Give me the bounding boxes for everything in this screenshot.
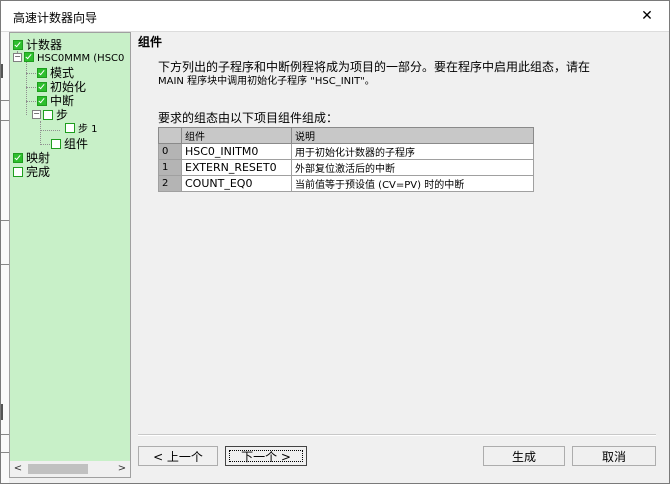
tree-item-components[interactable]: 组件 [51,137,88,151]
column-header-component: 组件 [181,127,292,144]
column-header-description: 说明 [291,127,534,144]
background-window-edge [1,32,9,483]
checked-icon [13,39,23,50]
component-description: 用于初始化计数器的子程序 [291,143,534,160]
tree-item-init[interactable]: 初始化 [37,80,86,94]
checked-icon [24,52,34,62]
unchecked-icon [13,166,23,177]
table-row[interactable]: 1 EXTERN_RESET0 外部复位激活后的中断 [158,159,534,176]
table-row[interactable]: 0 HSC0_INITM0 用于初始化计数器的子程序 [158,143,534,160]
wizard-step-tree[interactable]: 计数器 − HSC0MMM (HSC0 模式 初始化 中断 − 步 步 1 组件 映… [9,32,131,465]
hsc-wizard-dialog: 高速计数器向导 ✕ 计数器 − HSC0MMM (HSC0 模式 初始化 中断 … [0,0,670,484]
prev-button[interactable]: < 上一个 [138,446,218,466]
tree-item-hsc0mmm[interactable]: − HSC0MMM (HSC0 [13,52,124,66]
cancel-button[interactable]: 取消 [572,446,656,466]
collapse-icon[interactable]: − [13,52,22,62]
table-row[interactable]: 2 COUNT_EQ0 当前值等于预设值 (CV=PV) 时的中断 [158,175,534,192]
unchecked-icon [43,109,53,120]
unchecked-icon [65,123,75,133]
column-header-index [158,127,182,144]
required-components-label: 要求的组态由以下项目组件组成： [158,111,339,125]
unchecked-icon [51,138,61,149]
checked-icon [37,95,47,106]
tree-item-mode[interactable]: 模式 [37,66,74,80]
close-button[interactable]: ✕ [625,1,669,31]
components-table: 组件 说明 0 HSC0_INITM0 用于初始化计数器的子程序 1 EXTER… [158,127,534,192]
footer-separator [138,434,656,436]
scrollbar-thumb[interactable] [28,464,88,474]
component-description: 外部复位激活后的中断 [291,159,534,176]
tree-item-step-1[interactable]: 步 1 [65,123,98,137]
component-name: COUNT_EQ0 [181,175,292,192]
checked-icon [37,67,47,78]
generate-button[interactable]: 生成 [483,446,565,466]
next-button[interactable]: 下一个 > [225,446,307,466]
table-header-row: 组件 说明 [158,127,534,144]
scroll-left-icon[interactable]: < [10,461,26,477]
tree-item-finish[interactable]: 完成 [13,165,50,179]
title-bar: 高速计数器向导 ✕ [1,1,669,32]
page-title: 组件 [138,35,163,49]
window-title: 高速计数器向导 [13,11,98,25]
tree-item-interrupt[interactable]: 中断 [37,94,74,108]
component-name: EXTERN_RESET0 [181,159,292,176]
tree-horizontal-scrollbar[interactable]: < > [9,461,131,478]
tree-item-step[interactable]: − 步 [32,108,68,122]
collapse-icon[interactable]: − [32,110,41,119]
checked-icon [13,152,23,163]
description-line-2: MAIN 程序块中调用初始化子程序 "HSC_INIT"。 [158,76,375,87]
row-index: 0 [158,143,182,160]
row-index: 2 [158,175,182,192]
component-name: HSC0_INITM0 [181,143,292,160]
checked-icon [37,81,47,92]
row-index: 1 [158,159,182,176]
component-description: 当前值等于预设值 (CV=PV) 时的中断 [291,175,534,192]
tree-item-mapping[interactable]: 映射 [13,151,50,165]
scroll-right-icon[interactable]: > [114,461,130,477]
tree-item-counter[interactable]: 计数器 [13,38,62,52]
